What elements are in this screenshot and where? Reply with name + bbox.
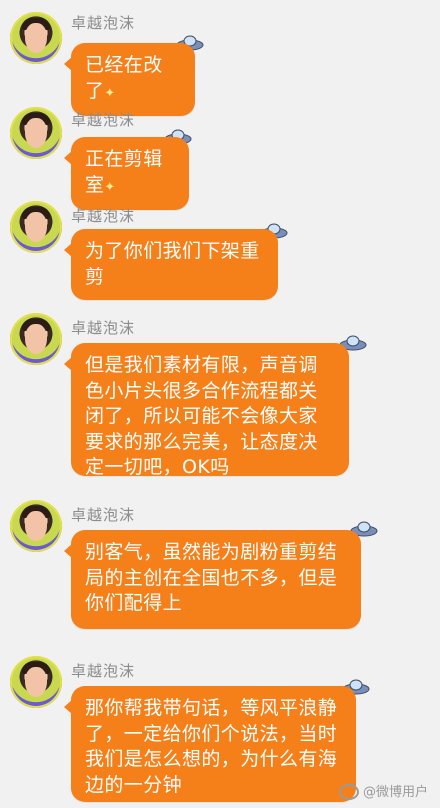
avatar[interactable] (10, 12, 62, 64)
message-text: 为了你们我们下架重剪 (85, 240, 260, 288)
message-text: 那你帮我带句话，等风平浪静了，一定给你们个说法，当时我们是怎么想的，为什么有海边… (85, 697, 338, 796)
avatar[interactable] (10, 313, 62, 365)
sender-name: 卓越泡沫 (71, 207, 136, 225)
message-bubble: 已经在改了✦ (64, 43, 195, 116)
sparkle-icon: ✦ (104, 179, 116, 195)
sender-name: 卓越泡沫 (71, 111, 136, 129)
message-bubble: 别客气，虽然能为剧粉重剪结局的主创在全国也不多，但是你们配得上 (64, 530, 361, 629)
weibo-logo-icon (338, 784, 359, 800)
sender-name: 卓越泡沫 (71, 14, 136, 32)
avatar[interactable] (10, 107, 62, 159)
sender-name: 卓越泡沫 (71, 662, 136, 680)
message-bubble: 那你帮我带句话，等风平浪静了，一定给你们个说法，当时我们是怎么想的，为什么有海边… (64, 686, 356, 802)
message-text: 正在剪辑室 (85, 148, 163, 196)
sender-name: 卓越泡沫 (71, 506, 136, 524)
message-bubble: 为了你们我们下架重剪 (64, 229, 278, 300)
message-bubble: 正在剪辑室✦ (64, 137, 189, 210)
avatar[interactable] (10, 500, 62, 552)
message-text: 但是我们素材有限，声音调色小片头很多合作流程都关闭了，所以可能不会像大家要求的那… (85, 354, 318, 478)
sparkle-icon: ✦ (104, 85, 116, 101)
avatar[interactable] (10, 201, 62, 253)
message-text: 别客气，虽然能为剧粉重剪结局的主创在全国也不多，但是你们配得上 (85, 541, 338, 614)
message-bubble: 但是我们素材有限，声音调色小片头很多合作流程都关闭了，所以可能不会像大家要求的那… (64, 343, 349, 478)
sender-name: 卓越泡沫 (71, 319, 136, 337)
weibo-watermark: @微博用户 (338, 781, 428, 800)
message-text: 已经在改了 (85, 54, 163, 102)
avatar[interactable] (10, 656, 62, 708)
watermark-text: @微博用户 (362, 784, 428, 800)
